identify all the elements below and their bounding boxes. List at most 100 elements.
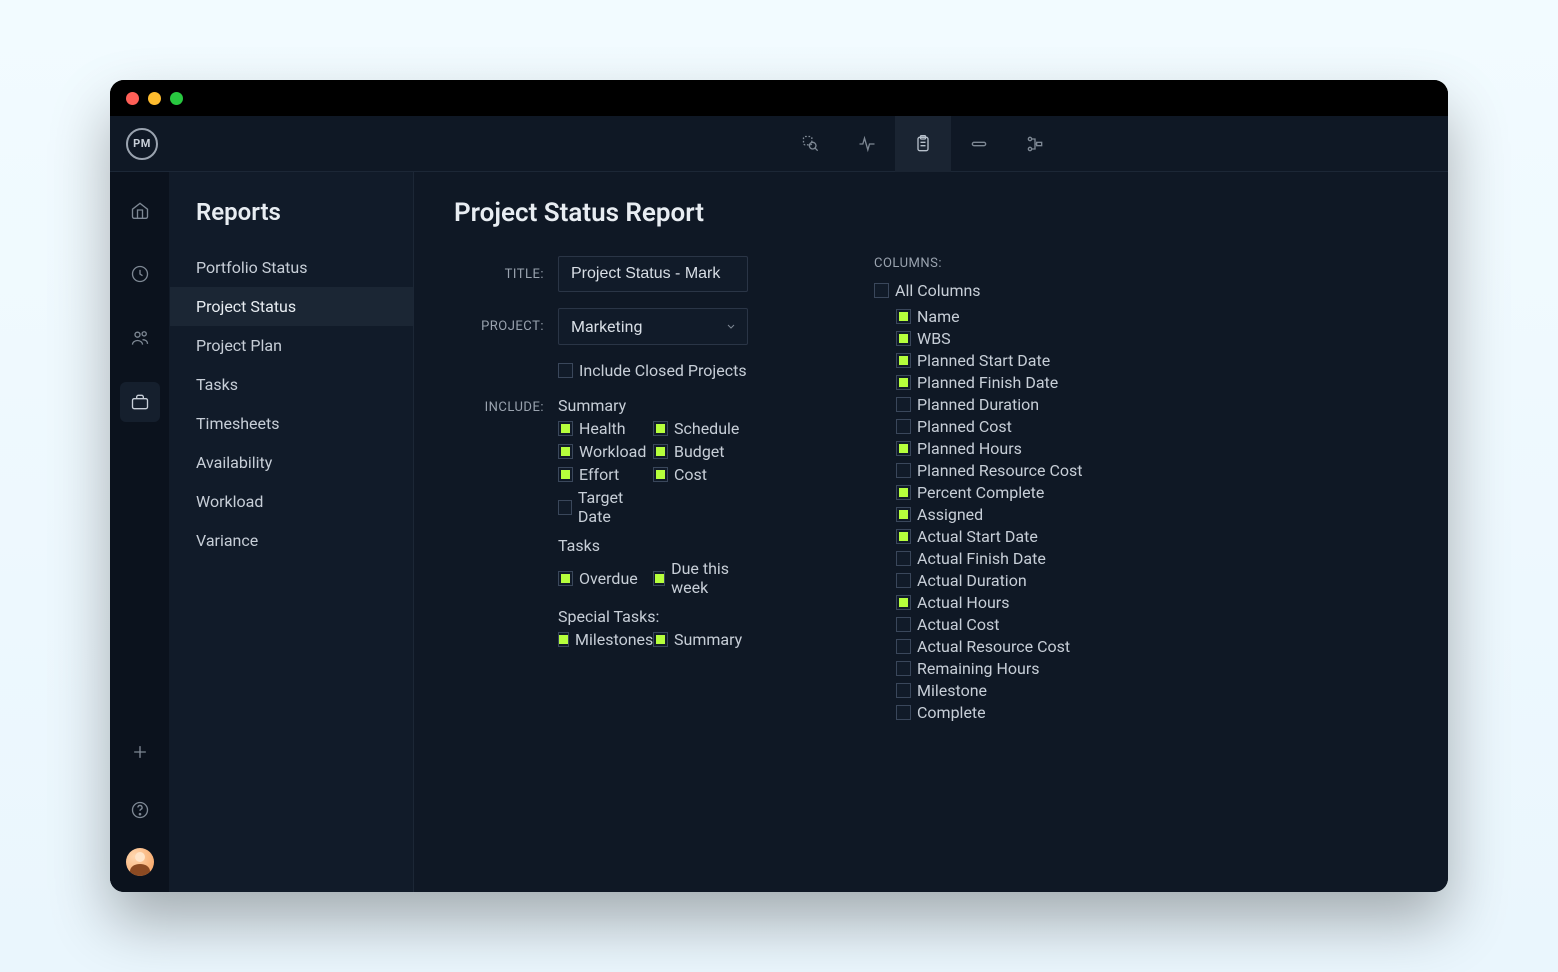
include-summary-health-checkbox[interactable]: Health	[558, 419, 653, 438]
column-name-checkbox[interactable]: Name	[896, 307, 1408, 326]
clock-icon[interactable]	[120, 254, 160, 294]
search-icon[interactable]	[783, 116, 839, 172]
nav-rail	[110, 172, 170, 892]
column-assigned-label: Assigned	[917, 505, 983, 524]
column-planned-resource-cost-label: Planned Resource Cost	[917, 461, 1083, 480]
sidebar-item-workload[interactable]: Workload	[170, 482, 413, 521]
include-summary-effort-label: Effort	[579, 465, 619, 484]
sidebar-item-project-status[interactable]: Project Status	[170, 287, 413, 326]
activity-icon[interactable]	[839, 116, 895, 172]
column-planned-resource-cost-checkbox[interactable]: Planned Resource Cost	[896, 461, 1408, 480]
include-summary-effort-checkbox[interactable]: Effort	[558, 465, 653, 484]
column-actual-hours-checkbox[interactable]: Actual Hours	[896, 593, 1408, 612]
column-actual-finish-date-checkbox[interactable]: Actual Finish Date	[896, 549, 1408, 568]
column-percent-complete-label: Percent Complete	[917, 483, 1044, 502]
plus-icon[interactable]	[120, 732, 160, 772]
sidebar: Reports Portfolio Status Project Status …	[170, 172, 414, 892]
column-planned-start-date-label: Planned Start Date	[917, 351, 1050, 370]
include-special-milestones-label: Milestones	[575, 630, 653, 649]
people-icon[interactable]	[120, 318, 160, 358]
column-wbs-label: WBS	[917, 329, 951, 348]
project-select[interactable]: Marketing	[558, 308, 748, 345]
include-closed-checkbox[interactable]: Include Closed Projects	[558, 361, 854, 380]
page-title: Project Status Report	[454, 198, 1408, 228]
sidebar-item-variance[interactable]: Variance	[170, 521, 413, 560]
include-summary-workload-checkbox[interactable]: Workload	[558, 442, 653, 461]
column-actual-duration-label: Actual Duration	[917, 571, 1027, 590]
column-percent-complete-checkbox[interactable]: Percent Complete	[896, 483, 1408, 502]
include-summary-budget-label: Budget	[674, 442, 725, 461]
column-assigned-checkbox[interactable]: Assigned	[896, 505, 1408, 524]
include-summary-schedule-checkbox[interactable]: Schedule	[653, 419, 748, 438]
hierarchy-icon[interactable]	[1007, 116, 1063, 172]
include-summary-health-label: Health	[579, 419, 626, 438]
all-columns-checkbox[interactable]: All Columns	[874, 281, 1408, 300]
summary-title: Summary	[558, 396, 854, 415]
briefcase-icon[interactable]	[120, 382, 160, 422]
include-tasks-overdue-label: Overdue	[579, 569, 638, 588]
sidebar-item-portfolio-status[interactable]: Portfolio Status	[170, 248, 413, 287]
column-complete-checkbox[interactable]: Complete	[896, 703, 1408, 722]
column-planned-finish-date-label: Planned Finish Date	[917, 373, 1058, 392]
column-remaining-hours-checkbox[interactable]: Remaining Hours	[896, 659, 1408, 678]
include-tasks-due-this-week-label: Due this week	[671, 559, 748, 597]
sidebar-item-availability[interactable]: Availability	[170, 443, 413, 482]
avatar[interactable]	[126, 848, 154, 876]
app-logo[interactable]: PM	[126, 128, 158, 160]
column-planned-cost-checkbox[interactable]: Planned Cost	[896, 417, 1408, 436]
help-icon[interactable]	[120, 790, 160, 830]
sidebar-title: Reports	[170, 198, 413, 248]
include-tasks-due-this-week-checkbox[interactable]: Due this week	[653, 559, 748, 597]
column-milestone-checkbox[interactable]: Milestone	[896, 681, 1408, 700]
columns-title: COLUMNS:	[874, 256, 1408, 271]
home-icon[interactable]	[120, 190, 160, 230]
tasks-grid: Overdue Due this week	[558, 559, 854, 597]
title-input[interactable]	[558, 256, 748, 292]
column-planned-duration-checkbox[interactable]: Planned Duration	[896, 395, 1408, 414]
column-actual-cost-checkbox[interactable]: Actual Cost	[896, 615, 1408, 634]
column-wbs-checkbox[interactable]: WBS	[896, 329, 1408, 348]
titlebar	[110, 80, 1448, 116]
close-window-button[interactable]	[126, 92, 139, 105]
include-summary-cost-checkbox[interactable]: Cost	[653, 465, 748, 484]
main: Project Status Report TITLE: PROJECT: Ma…	[414, 172, 1448, 892]
include-closed-label: Include Closed Projects	[579, 361, 747, 380]
include-label: INCLUDE:	[454, 396, 544, 415]
title-label: TITLE:	[454, 267, 544, 282]
column-planned-duration-label: Planned Duration	[917, 395, 1039, 414]
sidebar-item-project-plan[interactable]: Project Plan	[170, 326, 413, 365]
link-icon[interactable]	[951, 116, 1007, 172]
tasks-title: Tasks	[558, 536, 854, 555]
include-summary-schedule-label: Schedule	[674, 419, 739, 438]
include-special-milestones-checkbox[interactable]: Milestones	[558, 630, 653, 649]
column-actual-resource-cost-label: Actual Resource Cost	[917, 637, 1070, 656]
minimize-window-button[interactable]	[148, 92, 161, 105]
column-actual-cost-label: Actual Cost	[917, 615, 999, 634]
include-special-summary-checkbox[interactable]: Summary	[653, 630, 748, 649]
column-name-label: Name	[917, 307, 960, 326]
column-planned-cost-label: Planned Cost	[917, 417, 1012, 436]
columns-list: Name WBS Planned Start Date Planned Finish …	[874, 304, 1408, 722]
column-actual-start-date-checkbox[interactable]: Actual Start Date	[896, 527, 1408, 546]
all-columns-label: All Columns	[895, 281, 981, 300]
column-planned-hours-label: Planned Hours	[917, 439, 1022, 458]
include-summary-target-date-checkbox[interactable]: Target Date	[558, 488, 653, 526]
maximize-window-button[interactable]	[170, 92, 183, 105]
chevron-down-icon	[725, 317, 737, 336]
column-remaining-hours-label: Remaining Hours	[917, 659, 1040, 678]
appbar: PM	[110, 116, 1448, 172]
clipboard-icon[interactable]	[895, 116, 951, 172]
sidebar-item-tasks[interactable]: Tasks	[170, 365, 413, 404]
column-actual-start-date-label: Actual Start Date	[917, 527, 1038, 546]
summary-grid: Health Schedule Workload Budget Effort CostTa…	[558, 419, 854, 526]
column-planned-hours-checkbox[interactable]: Planned Hours	[896, 439, 1408, 458]
column-actual-duration-checkbox[interactable]: Actual Duration	[896, 571, 1408, 590]
sidebar-item-timesheets[interactable]: Timesheets	[170, 404, 413, 443]
column-actual-hours-label: Actual Hours	[917, 593, 1009, 612]
include-summary-budget-checkbox[interactable]: Budget	[653, 442, 748, 461]
column-planned-finish-date-checkbox[interactable]: Planned Finish Date	[896, 373, 1408, 392]
project-label: PROJECT:	[454, 319, 544, 334]
column-actual-resource-cost-checkbox[interactable]: Actual Resource Cost	[896, 637, 1408, 656]
column-planned-start-date-checkbox[interactable]: Planned Start Date	[896, 351, 1408, 370]
include-tasks-overdue-checkbox[interactable]: Overdue	[558, 559, 653, 597]
